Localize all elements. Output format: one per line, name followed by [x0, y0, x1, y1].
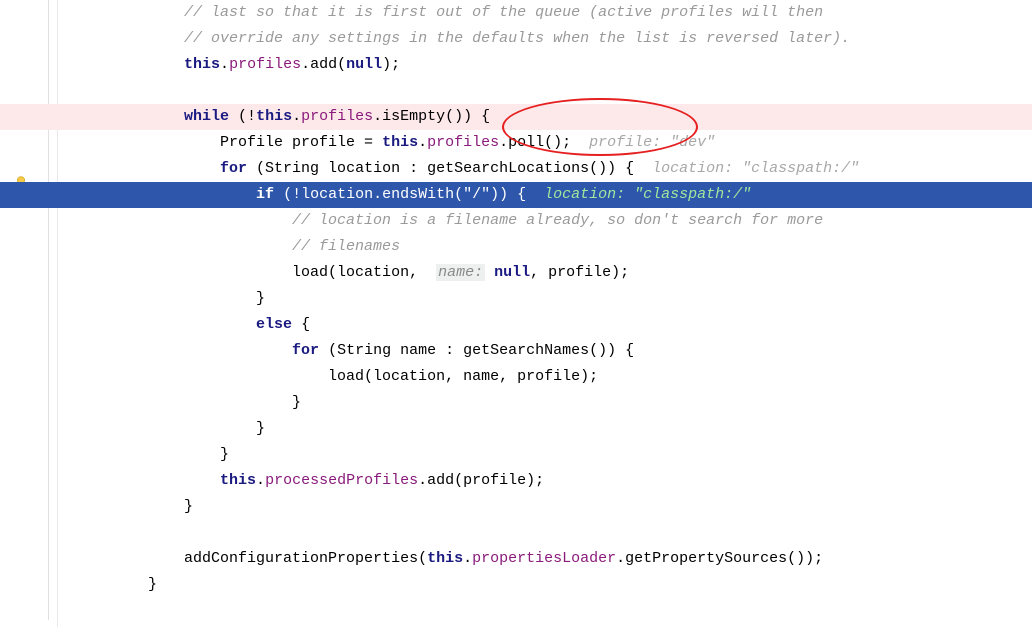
code-token: propertiesLoader [472, 550, 616, 567]
code-token: Profile profile = [220, 134, 382, 151]
code-line[interactable]: this.processedProfiles.add(profile); [58, 468, 1032, 494]
code-token: while [184, 108, 229, 125]
code-token: if [256, 186, 274, 203]
code-token: } [292, 394, 301, 411]
code-token: . [292, 108, 301, 125]
inline-hint: location: "classpath:/" [652, 160, 859, 177]
code-token: null [346, 56, 382, 73]
code-token: .getPropertySources()); [616, 550, 823, 567]
code-line[interactable]: // location is a filename already, so do… [58, 208, 1032, 234]
code-token: "/" [463, 186, 490, 203]
code-line[interactable]: } [58, 572, 1032, 598]
code-line[interactable]: } [58, 416, 1032, 442]
fold-guide [48, 0, 49, 620]
breakpoint-column[interactable] [0, 0, 24, 627]
code-line[interactable]: // filenames [58, 234, 1032, 260]
code-line[interactable] [58, 520, 1032, 546]
code-token: . [463, 550, 472, 567]
code-token: load(location, name, profile); [328, 368, 598, 385]
code-token: { [292, 316, 310, 333]
code-line[interactable]: // override any settings in the defaults… [58, 26, 1032, 52]
code-token: this [220, 472, 256, 489]
code-token: . [256, 472, 265, 489]
code-token: this [382, 134, 418, 151]
code-token: // filenames [292, 238, 400, 255]
code-line[interactable]: else { [58, 312, 1032, 338]
code-token: this [184, 56, 220, 73]
code-token: .add( [301, 56, 346, 73]
code-token: this [256, 108, 292, 125]
code-line[interactable]: if (!location.endsWith("/")) { location:… [0, 182, 1032, 208]
code-line[interactable]: while (!this.profiles.isEmpty()) { [0, 104, 1032, 130]
code-token: profiles [229, 56, 301, 73]
code-line[interactable]: } [58, 442, 1032, 468]
code-token: } [148, 576, 157, 593]
code-line[interactable]: for (String name : getSearchNames()) { [58, 338, 1032, 364]
code-line[interactable]: load(location, name: null, profile); [58, 260, 1032, 286]
code-line[interactable]: } [58, 494, 1032, 520]
code-line[interactable] [58, 78, 1032, 104]
code-token: } [220, 446, 229, 463]
code-token: (! [229, 108, 256, 125]
code-line[interactable]: } [58, 390, 1032, 416]
code-line[interactable]: // last so that it is first out of the q… [58, 0, 1032, 26]
code-line[interactable]: addConfigurationProperties(this.properti… [58, 546, 1032, 572]
code-token: for [292, 342, 319, 359]
code-token: else [256, 316, 292, 333]
code-token: for [220, 160, 247, 177]
code-token: this [427, 550, 463, 567]
code-token: // location is a filename already, so do… [292, 212, 823, 229]
code-line[interactable]: Profile profile = this.profiles.poll(); … [58, 130, 1032, 156]
code-token: (String location : getSearchLocations())… [247, 160, 652, 177]
code-editor[interactable]: // last so that it is first out of the q… [58, 0, 1032, 627]
inline-hint: location: "classpath:/" [544, 186, 751, 203]
code-token: (!location.endsWith( [274, 186, 463, 203]
code-token: .poll(); [499, 134, 589, 151]
code-token: . [220, 56, 229, 73]
code-token: load(location, [292, 264, 436, 281]
code-token: . [418, 134, 427, 151]
code-line[interactable] [58, 598, 1032, 624]
inline-hint: profile: "dev" [589, 134, 715, 151]
code-token: null [494, 264, 530, 281]
code-token: profiles [301, 108, 373, 125]
code-line[interactable]: } [58, 286, 1032, 312]
code-line[interactable]: this.profiles.add(null); [58, 52, 1032, 78]
code-token: .isEmpty()) { [373, 108, 490, 125]
code-token: )) { [490, 186, 544, 203]
inline-hint: name: [436, 264, 485, 281]
code-token: } [256, 420, 265, 437]
code-token: // last so that it is first out of the q… [184, 4, 823, 21]
code-token: , profile); [530, 264, 629, 281]
code-line[interactable]: load(location, name, profile); [58, 364, 1032, 390]
editor-gutter[interactable] [0, 0, 58, 627]
code-token: ); [382, 56, 400, 73]
code-token: // override any settings in the defaults… [184, 30, 850, 47]
code-token: .add(profile); [418, 472, 544, 489]
code-line[interactable]: for (String location : getSearchLocation… [58, 156, 1032, 182]
code-token: } [184, 498, 193, 515]
code-token: addConfigurationProperties( [184, 550, 427, 567]
code-token [485, 264, 494, 281]
code-token: (String name : getSearchNames()) { [319, 342, 634, 359]
code-token: } [256, 290, 265, 307]
code-token: profiles [427, 134, 499, 151]
code-token: processedProfiles [265, 472, 418, 489]
